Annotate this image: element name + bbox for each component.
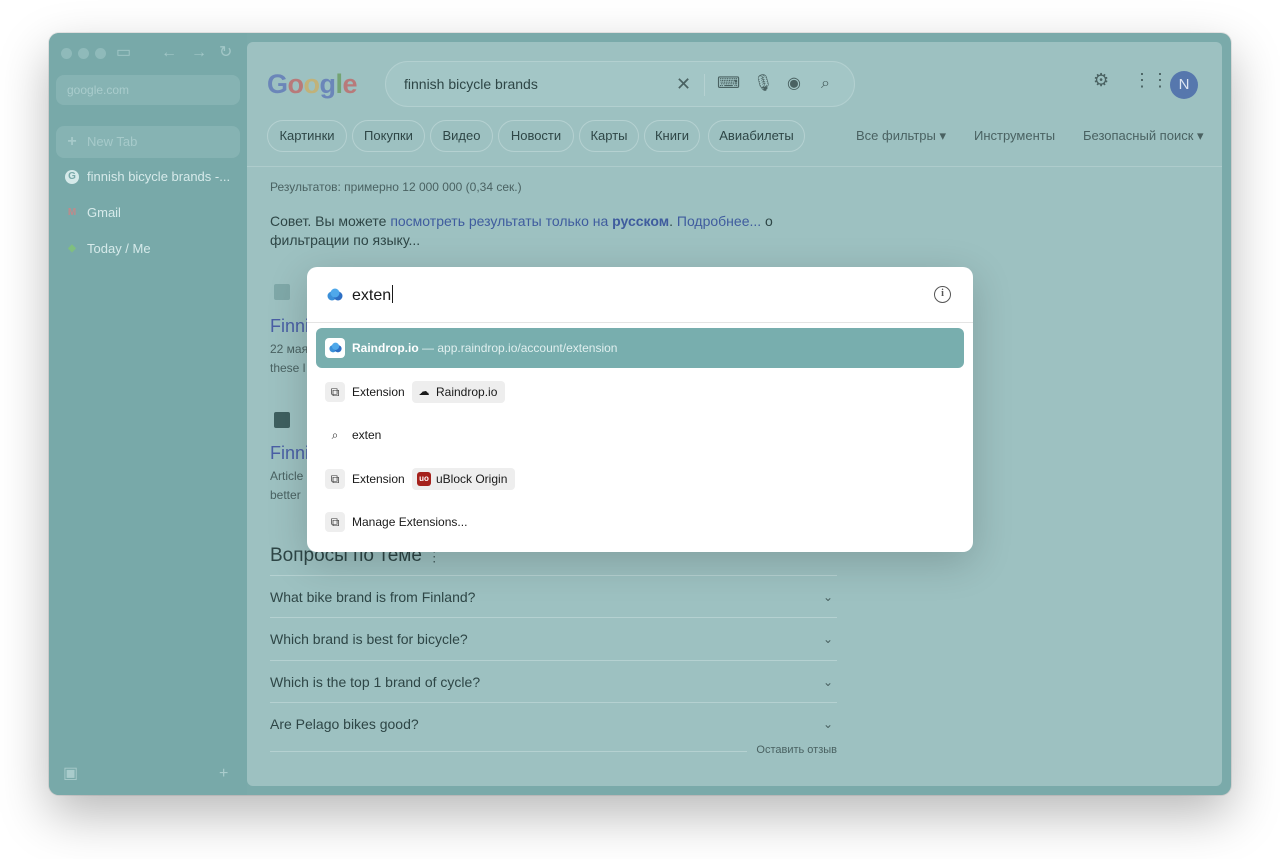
- chevron-down-icon: ⌄: [822, 717, 833, 731]
- tab-label: finnish bicycle brands -...: [87, 169, 231, 184]
- zoom-window-button[interactable]: [95, 48, 106, 59]
- tab-label: Gmail: [87, 205, 121, 220]
- more-link[interactable]: Подробнее...: [677, 213, 761, 229]
- avatar[interactable]: N: [1170, 71, 1198, 99]
- sidebar-tab-today[interactable]: ◆ Today / Me: [56, 233, 240, 265]
- faq-item[interactable]: Which is the top 1 brand of cycle? ⌄: [270, 660, 837, 702]
- plus-icon: +: [67, 133, 77, 150]
- settings-gear-icon[interactable]: ⚙: [1093, 70, 1109, 91]
- tab-label: New Tab: [87, 134, 138, 149]
- command-input-area[interactable]: exten i: [307, 267, 973, 323]
- site-favicon: [274, 412, 290, 428]
- search-icon: ⌕: [331, 428, 339, 442]
- command-input[interactable]: exten: [352, 285, 394, 305]
- clear-icon[interactable]: ✕: [676, 75, 691, 93]
- feedback-divider: [270, 751, 747, 752]
- results-count: Результатов: примерно 12 000 000 (0,34 с…: [270, 180, 522, 194]
- header-divider: [247, 166, 1222, 167]
- palette-row-manage-extensions[interactable]: ⧉ Manage Extensions...: [316, 502, 964, 542]
- google-logo[interactable]: Google: [267, 69, 358, 100]
- sidebar-tab-new[interactable]: + New Tab: [56, 126, 240, 158]
- chip-images[interactable]: Картинки: [267, 120, 347, 152]
- divider: [704, 74, 705, 96]
- raindrop-icon: [327, 288, 343, 301]
- chevron-down-icon: ⌄: [822, 632, 833, 646]
- palette-row-extension-raindrop[interactable]: ⧉ Extension ☁ Raindrop.io: [316, 372, 964, 412]
- result-snippet: Article: [270, 469, 304, 483]
- faq-item[interactable]: Are Pelago bikes good? ⌄: [270, 702, 837, 744]
- search-icon[interactable]: ⌕: [821, 75, 830, 93]
- row-label: Raindrop.io — app.raindrop.io/account/ex…: [352, 341, 618, 355]
- extension-pill: ☁ Raindrop.io: [412, 381, 506, 403]
- site-favicon: [274, 284, 290, 300]
- chip-maps[interactable]: Карты: [579, 120, 639, 152]
- faq-item[interactable]: Which brand is best for bicycle? ⌄: [270, 617, 837, 659]
- chip-video[interactable]: Видео: [430, 120, 493, 152]
- chevron-down-icon: ⌄: [822, 675, 833, 689]
- chip-shopping[interactable]: Покупки: [352, 120, 425, 152]
- puzzle-icon: ⧉: [325, 382, 345, 402]
- row-label: Extension: [352, 385, 405, 399]
- all-filters-button[interactable]: Все фильтры ▾: [856, 128, 946, 144]
- chip-books[interactable]: Книги: [644, 120, 700, 152]
- sidebar-tab-gmail[interactable]: M Gmail: [56, 197, 240, 229]
- cloud-icon: ☁: [418, 386, 430, 398]
- chevron-down-icon: ⌄: [822, 590, 833, 604]
- result-title[interactable]: Finni: [270, 443, 309, 464]
- raindrop-icon: [325, 338, 345, 358]
- extension-pill: uo uBlock Origin: [412, 468, 516, 490]
- row-label: exten: [352, 428, 382, 442]
- result-title[interactable]: Finni: [270, 316, 309, 337]
- palette-row-extension-ublock[interactable]: ⧉ Extension uo uBlock Origin: [316, 459, 964, 499]
- forward-icon[interactable]: →: [191, 44, 207, 62]
- result-snippet: these l: [270, 361, 306, 375]
- chip-news[interactable]: Новости: [498, 120, 574, 152]
- reload-icon[interactable]: ↻: [219, 44, 232, 62]
- url-bar[interactable]: google.com: [56, 75, 240, 105]
- close-window-button[interactable]: [61, 48, 72, 59]
- language-tip: Совет. Вы можете посмотреть результаты т…: [270, 213, 773, 248]
- sidebar-tab-google[interactable]: G finnish bicycle brands -...: [56, 161, 240, 193]
- keyboard-icon[interactable]: ⌨: [717, 75, 740, 93]
- back-icon[interactable]: ←: [161, 44, 177, 62]
- search-query: finnish bicycle brands: [404, 76, 538, 92]
- tab-label: Today / Me: [87, 241, 151, 256]
- sidebar: ▭ ← → ↻ google.com + New Tab G finnish b…: [49, 33, 247, 795]
- tools-button[interactable]: Инструменты: [974, 128, 1055, 143]
- row-label: Extension: [352, 472, 405, 486]
- safe-search-button[interactable]: Безопасный поиск ▾: [1083, 128, 1204, 144]
- puzzle-icon: ⧉: [325, 512, 345, 532]
- ublock-icon: uo: [417, 472, 431, 486]
- lens-icon[interactable]: ◉: [787, 75, 801, 93]
- command-palette: exten i Raindrop.io — app.raindrop.io/ac…: [307, 267, 973, 552]
- mic-icon[interactable]: 🎙: [753, 75, 773, 93]
- archive-icon[interactable]: ▣: [63, 763, 78, 783]
- google-icon: G: [65, 170, 79, 184]
- row-label: Manage Extensions...: [352, 515, 468, 529]
- feedback-link[interactable]: Оставить отзыв: [756, 744, 837, 756]
- search-box[interactable]: finnish bicycle brands ✕ ⌨ 🎙 ◉ ⌕: [385, 61, 855, 107]
- result-snippet: better: [270, 488, 301, 502]
- palette-row-search[interactable]: ⌕ exten: [316, 415, 964, 455]
- puzzle-icon: ⧉: [325, 469, 345, 489]
- new-tab-plus-icon[interactable]: +: [219, 765, 228, 783]
- apps-grid-icon[interactable]: ⋮⋮: [1133, 70, 1169, 91]
- linear-icon: ◆: [68, 243, 76, 254]
- chip-flights[interactable]: Авиабилеты: [708, 120, 805, 152]
- faq-item[interactable]: What bike brand is from Finland? ⌄: [270, 575, 837, 617]
- gmail-icon: M: [67, 207, 77, 218]
- palette-row-raindrop[interactable]: Raindrop.io — app.raindrop.io/account/ex…: [316, 328, 964, 368]
- result-date: 22 мая: [270, 342, 309, 356]
- tip-link[interactable]: посмотреть результаты только на русском: [390, 213, 669, 229]
- info-icon[interactable]: i: [934, 286, 951, 303]
- minimize-window-button[interactable]: [78, 48, 89, 59]
- sidebar-toggle-icon[interactable]: ▭: [116, 44, 131, 62]
